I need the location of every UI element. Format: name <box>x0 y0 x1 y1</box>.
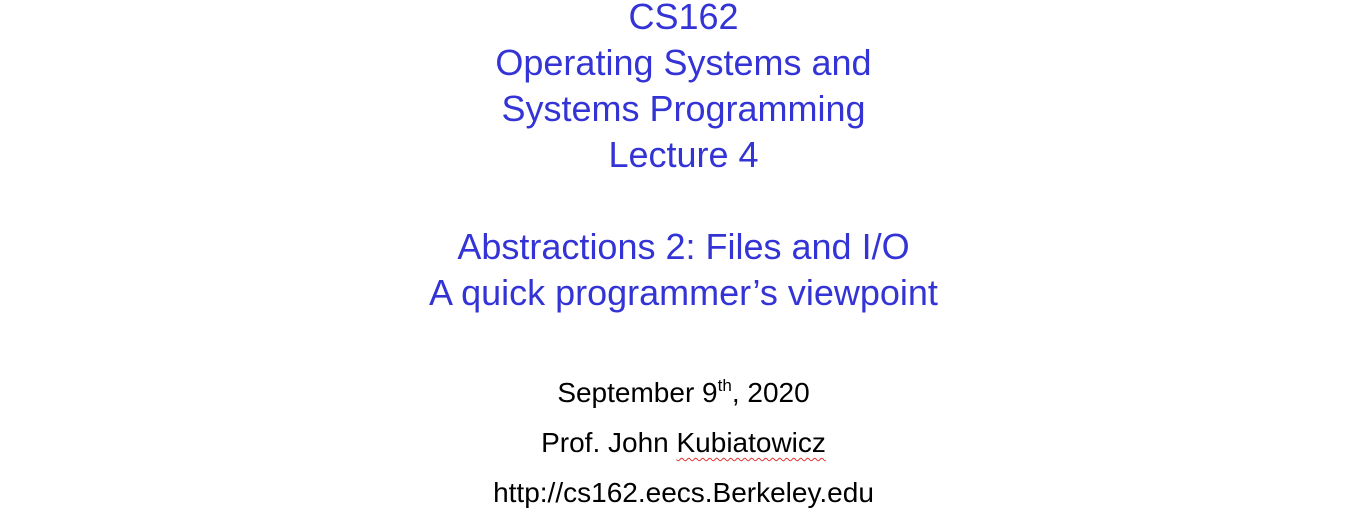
lecture-title-line-1: Abstractions 2: Files and I/O <box>457 226 910 267</box>
title-block: CS162 Operating Systems and Systems Prog… <box>0 0 1367 316</box>
instructor: Prof. John Kubiatowicz <box>0 418 1367 468</box>
lecture-number: Lecture 4 <box>608 134 759 175</box>
title-slide: CS162 Operating Systems and Systems Prog… <box>0 0 1367 525</box>
instructor-surname: Kubiatowicz <box>676 427 826 458</box>
info-block: September 9th, 2020 Prof. John Kubiatowi… <box>0 368 1367 518</box>
date-text: September 9 <box>557 377 718 408</box>
date-year: , 2020 <box>731 377 810 408</box>
date-ordinal: th <box>717 376 732 395</box>
course-title-line-2: Systems Programming <box>501 88 866 129</box>
instructor-prefix: Prof. John <box>541 427 677 458</box>
course-url: http://cs162.eecs.Berkeley.edu <box>493 477 874 508</box>
lecture-title-line-2: A quick programmer’s viewpoint <box>429 272 938 313</box>
course-code: CS162 <box>628 0 739 37</box>
course-title-line-1: Operating Systems and <box>495 42 872 83</box>
lecture-date: September 9th, 2020 <box>0 368 1367 418</box>
